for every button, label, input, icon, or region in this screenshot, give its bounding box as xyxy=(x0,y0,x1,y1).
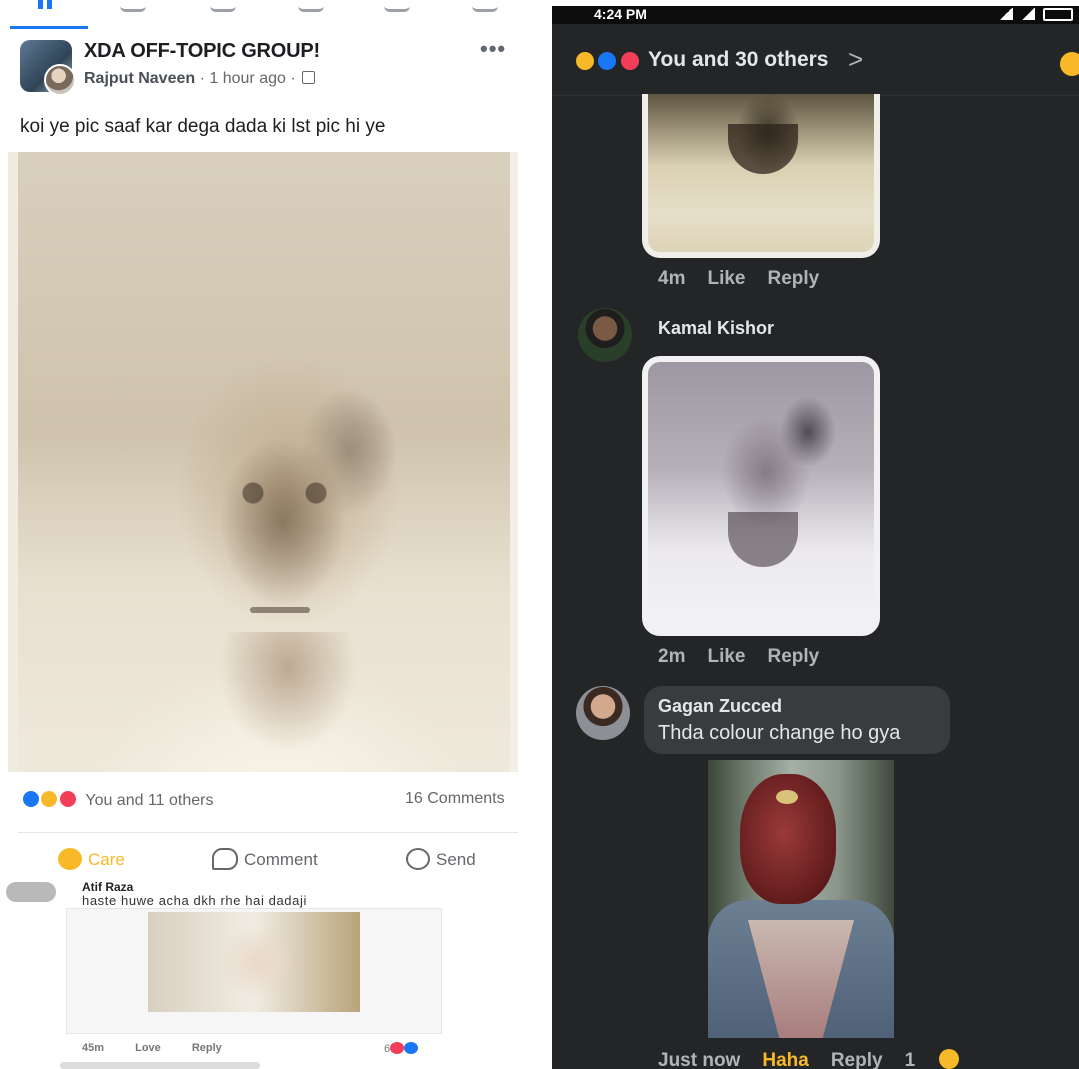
comment-time: 4m xyxy=(658,268,686,289)
photo-mouth xyxy=(250,607,310,613)
like-button[interactable]: Like xyxy=(707,268,745,289)
comment-label: Comment xyxy=(244,850,318,869)
care-label: Care xyxy=(88,850,125,869)
comment-photo[interactable] xyxy=(642,94,880,258)
reaction-count-text: You and 11 others xyxy=(85,792,214,809)
like-reaction-icon xyxy=(22,790,40,808)
like-button[interactable]: Like xyxy=(707,646,745,667)
send-button[interactable]: Send xyxy=(406,848,476,870)
comment-bubble[interactable]: Gagan Zucced Thda colour change ho gya xyxy=(644,686,950,754)
love-reaction-icon xyxy=(618,50,641,72)
author-name[interactable]: Rajput Naveen xyxy=(84,70,195,87)
post-text: koi ye pic saaf kar dega dada ki lst pic… xyxy=(20,116,386,137)
comment-reactions[interactable]: 1 xyxy=(904,1049,982,1069)
post-photo[interactable] xyxy=(8,152,518,772)
signal-icon xyxy=(1021,8,1035,20)
comment-photo[interactable] xyxy=(708,760,894,1038)
author-avatar[interactable] xyxy=(44,64,76,96)
comments-count[interactable]: 16 Comments xyxy=(405,790,505,808)
comment-meta: 45m Love Reply xyxy=(82,1042,222,1054)
commenter-name[interactable]: Atif Raza xyxy=(82,880,133,894)
photo-gem xyxy=(776,790,798,804)
notifications-icon[interactable] xyxy=(384,0,410,12)
reply-button[interactable]: Reply xyxy=(192,1042,222,1054)
light-post-screenshot: XDA OFF-TOPIC GROUP! Rajput Naveen · 1 h… xyxy=(0,0,550,1069)
signal-icon xyxy=(999,8,1013,20)
reply-button[interactable]: Reply xyxy=(831,1050,883,1069)
like-reaction-icon xyxy=(404,1042,419,1054)
active-tab-indicator xyxy=(10,26,88,29)
love-button[interactable]: Love xyxy=(135,1042,161,1054)
commenter-name[interactable]: Kamal Kishor xyxy=(658,318,774,339)
video-icon[interactable] xyxy=(120,0,146,12)
reaction-summary-text[interactable]: You and 30 others xyxy=(648,48,828,72)
comment-time: 2m xyxy=(658,646,686,667)
commenter-avatar[interactable] xyxy=(578,308,632,362)
like-reaction-icon xyxy=(596,50,619,72)
reply-button[interactable]: Reply xyxy=(768,268,820,289)
comment-photo[interactable] xyxy=(148,912,360,1012)
haha-button[interactable]: Haha xyxy=(762,1050,808,1069)
care-reaction-icon xyxy=(574,50,596,72)
marketplace-icon[interactable] xyxy=(210,0,236,12)
profile-icon[interactable] xyxy=(298,0,324,12)
meta-separator: · xyxy=(199,70,210,87)
comment-reactions[interactable]: 6 xyxy=(384,1042,419,1055)
audience-icon xyxy=(302,71,316,84)
comment-meta: 2m Like Reply xyxy=(658,646,841,668)
chevron-right-icon[interactable]: > xyxy=(848,44,863,75)
reaction-icons xyxy=(574,50,641,74)
status-bar: 4:24 PM xyxy=(552,6,1079,24)
photo-shade xyxy=(218,632,358,752)
next-comment-placeholder xyxy=(60,1062,260,1069)
comment-meta: Just now Haha Reply 1 xyxy=(658,1049,1003,1069)
comment-photo[interactable] xyxy=(642,356,880,636)
comment-icon xyxy=(212,848,238,870)
commenter-avatar[interactable] xyxy=(576,686,630,740)
status-time: 4:24 PM xyxy=(594,6,647,22)
comment-reaction-count: 1 xyxy=(904,1050,916,1069)
haha-emoji-icon xyxy=(939,1049,960,1069)
reactions-header[interactable]: You and 30 others > xyxy=(552,24,1079,96)
comment-button[interactable]: Comment xyxy=(212,848,318,870)
comment-time: Just now xyxy=(658,1050,741,1069)
comment-text: Thda colour change ho gya xyxy=(658,722,901,744)
top-navigation xyxy=(0,0,550,30)
meta-separator: · xyxy=(290,70,301,87)
reply-button[interactable]: Reply xyxy=(768,646,820,667)
group-name[interactable]: XDA OFF-TOPIC GROUP! xyxy=(84,40,320,63)
care-reaction-icon xyxy=(40,790,59,808)
dark-comments-screenshot: 4:24 PM You and 30 others > 4m Like Reply … xyxy=(552,6,1079,1069)
battery-icon xyxy=(1043,8,1073,21)
menu-icon[interactable] xyxy=(472,0,498,12)
care-icon xyxy=(58,848,82,870)
post-meta: Rajput Naveen · 1 hour ago · xyxy=(84,70,316,88)
more-options-button[interactable]: ••• xyxy=(480,36,506,62)
commenter-avatar[interactable] xyxy=(6,882,56,902)
post-time[interactable]: 1 hour ago xyxy=(209,70,286,87)
reaction-summary[interactable]: You and 11 others xyxy=(22,790,213,810)
love-reaction-icon xyxy=(58,790,77,808)
comment-time: 45m xyxy=(82,1042,105,1054)
photo-shade xyxy=(728,512,798,567)
messenger-icon xyxy=(406,848,430,870)
send-label: Send xyxy=(436,850,476,869)
love-reaction-icon xyxy=(390,1042,405,1054)
care-emoji-icon[interactable] xyxy=(1060,52,1079,76)
care-button[interactable]: Care xyxy=(58,848,125,870)
comment-text: haste huwe acha dkh rhe hai dadaji xyxy=(82,893,307,908)
commenter-name[interactable]: Gagan Zucced xyxy=(658,696,782,717)
comment-meta: 4m Like Reply xyxy=(658,268,841,290)
system-icons xyxy=(999,6,1073,22)
photo-eyes xyxy=(208,482,358,504)
photo-shade xyxy=(728,124,798,174)
home-icon[interactable] xyxy=(32,0,58,12)
divider xyxy=(18,832,518,833)
